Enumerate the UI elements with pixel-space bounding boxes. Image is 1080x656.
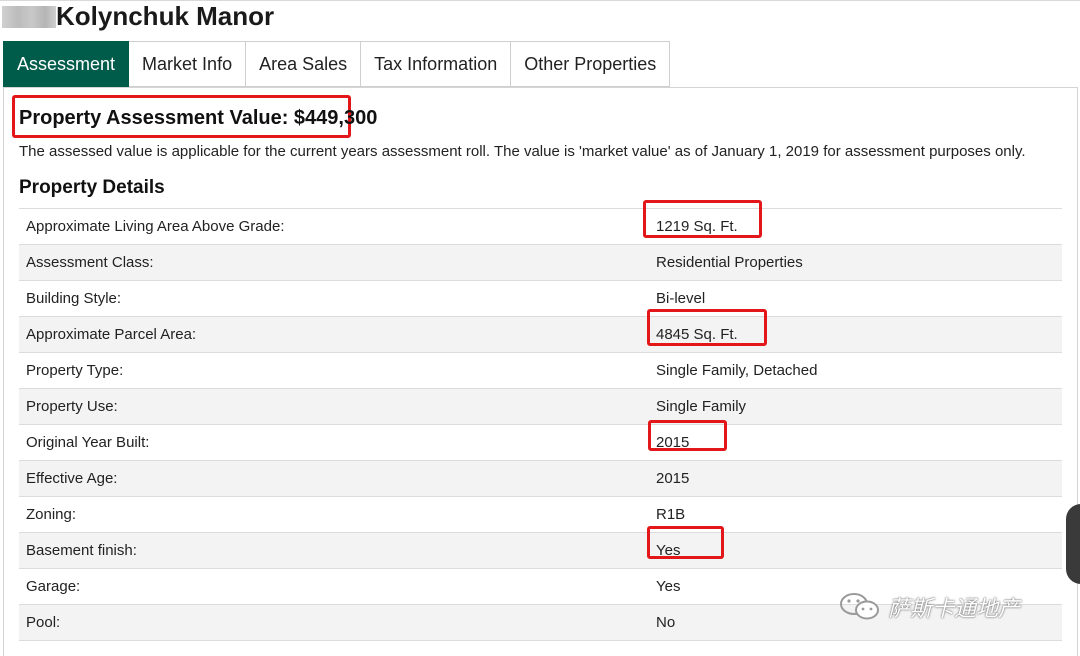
assessment-value: Property Assessment Value: $449,300 — [19, 107, 378, 129]
tab-market-info[interactable]: Market Info — [129, 41, 247, 87]
property-details-heading: Property Details — [19, 177, 165, 198]
table-row: Zoning: R1B — [19, 497, 1062, 533]
row-label: Original Year Built: — [26, 434, 150, 451]
table-row: Assessment Class: Residential Properties — [19, 245, 1062, 281]
row-label: Effective Age: — [26, 470, 118, 487]
basement-highlight — [647, 526, 724, 559]
table-row: Property Type: Single Family, Detached — [19, 353, 1062, 389]
table-row: Property Use: Single Family — [19, 389, 1062, 425]
row-label: Building Style: — [26, 290, 122, 307]
wechat-icon — [840, 593, 879, 620]
watermark-text: 萨斯卡通地产 — [888, 596, 1021, 621]
table-row: Basement finish: Yes — [19, 526, 1062, 569]
row-label: Approximate Parcel Area: — [26, 326, 197, 343]
row-value: 4845 Sq. Ft. — [647, 309, 767, 346]
tab-tax-information[interactable]: Tax Information — [361, 41, 512, 87]
row-value: Residential Properties — [656, 254, 803, 271]
table-row: Effective Age: 2015 — [19, 461, 1062, 497]
tab-bar: Assessment Market Info Area Sales Tax In… — [3, 41, 671, 87]
row-value: Bi-level — [656, 290, 706, 307]
parcel-area-highlight — [647, 309, 767, 346]
tab-area-sales[interactable]: Area Sales — [246, 41, 362, 87]
row-label: Pool: — [26, 614, 61, 631]
tab-assessment[interactable]: Assessment — [3, 41, 130, 87]
row-value: Yes — [656, 578, 681, 595]
row-value: 2015 — [648, 420, 727, 451]
row-label: Assessment Class: — [26, 254, 154, 271]
table-row: Approximate Parcel Area: 4845 Sq. Ft. — [19, 309, 1062, 353]
year-built-highlight — [648, 420, 727, 451]
row-label: Garage: — [26, 578, 81, 595]
row-value: 1219 Sq. Ft. — [643, 200, 762, 238]
row-label: Property Use: — [26, 398, 118, 415]
redacted-title-prefix — [2, 6, 56, 28]
row-label: Property Type: — [26, 362, 124, 379]
living-area-highlight — [643, 200, 762, 238]
table-row: Building Style: Bi-level — [19, 281, 1062, 317]
row-value: Yes — [647, 526, 724, 559]
watermark: 萨斯卡通地产 — [838, 590, 1020, 624]
row-value: Single Family, Detached — [656, 362, 818, 379]
row-label: Approximate Living Area Above Grade: — [26, 218, 285, 235]
table-row: Approximate Living Area Above Grade: 121… — [19, 200, 1062, 245]
scroll-handle[interactable] — [1066, 504, 1080, 584]
row-label: Zoning: — [26, 506, 77, 523]
row-value: Single Family — [656, 398, 747, 415]
property-details-table: Approximate Living Area Above Grade: 121… — [19, 200, 1062, 641]
row-label: Basement finish: — [26, 542, 137, 559]
row-value: R1B — [656, 506, 686, 523]
row-value: 2015 — [656, 470, 690, 487]
row-value: No — [656, 614, 676, 631]
assessment-note: The assessed value is applicable for the… — [19, 143, 1026, 160]
table-row: Original Year Built: 2015 — [19, 420, 1062, 461]
page-title: Kolynchuk Manor — [56, 1, 275, 31]
tab-other-properties[interactable]: Other Properties — [511, 41, 671, 87]
